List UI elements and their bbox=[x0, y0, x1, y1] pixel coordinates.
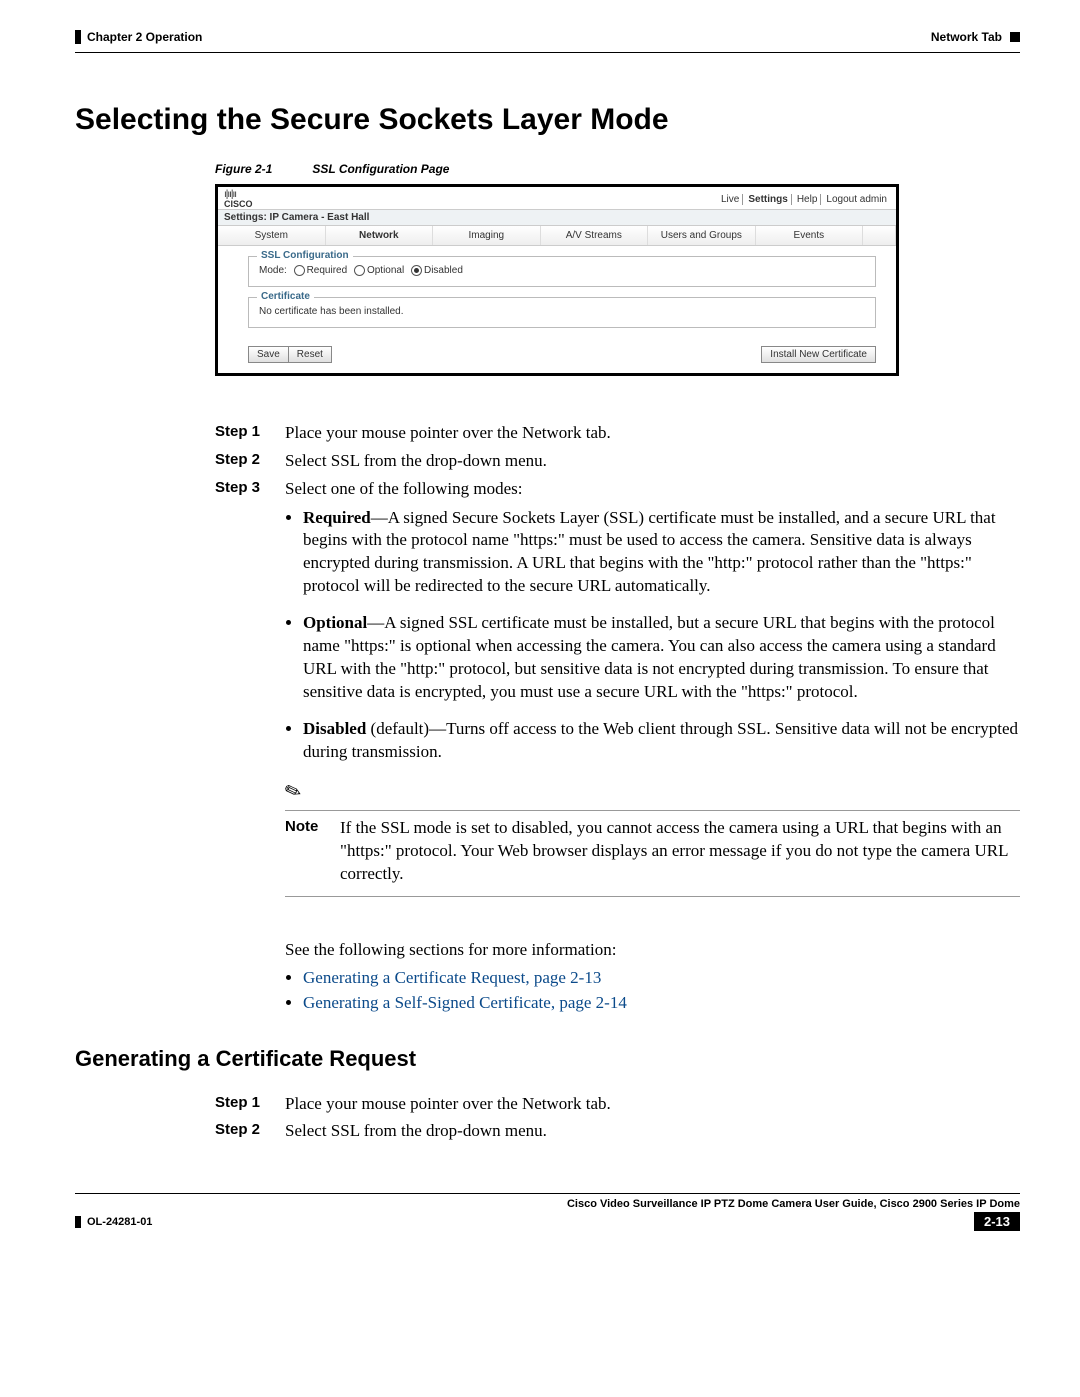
install-cert-button[interactable]: Install New Certificate bbox=[761, 346, 876, 363]
step-1-label: Step 1 bbox=[215, 421, 285, 445]
link-logout[interactable]: Logout admin bbox=[823, 194, 890, 205]
footer-doc-title: Cisco Video Surveillance IP PTZ Dome Cam… bbox=[567, 1198, 1020, 1210]
step2-2-label: Step 2 bbox=[215, 1119, 285, 1143]
note-block: ✎ Note If the SSL mode is set to disable… bbox=[285, 778, 1020, 897]
cert-legend: Certificate bbox=[257, 291, 314, 302]
tab-av-streams[interactable]: A/V Streams bbox=[541, 226, 649, 245]
radio-optional-label: Optional bbox=[367, 265, 404, 276]
radio-disabled[interactable] bbox=[411, 265, 422, 276]
step2-1-text: Place your mouse pointer over the Networ… bbox=[285, 1092, 1020, 1116]
note-label: Note bbox=[285, 817, 340, 886]
radio-optional[interactable] bbox=[354, 265, 365, 276]
note-text: If the SSL mode is set to disabled, you … bbox=[340, 817, 1020, 886]
tab-events[interactable]: Events bbox=[756, 226, 864, 245]
subsection-title: Generating a Certificate Request bbox=[75, 1046, 1020, 1072]
note-bottom-rule bbox=[285, 896, 1020, 897]
figure-title: SSL Configuration Page bbox=[312, 162, 449, 176]
save-button[interactable]: Save bbox=[248, 346, 289, 363]
see-also-intro: See the following sections for more info… bbox=[285, 938, 1020, 963]
step2-2-text: Select SSL from the drop-down menu. bbox=[285, 1119, 1020, 1143]
settings-breadcrumb: Settings: IP Camera - East Hall bbox=[218, 209, 896, 226]
figure-label: Figure 2-1 bbox=[215, 162, 272, 176]
steps-block-2: Step 1 Place your mouse pointer over the… bbox=[215, 1092, 1020, 1144]
cert-status: No certificate has been installed. bbox=[259, 306, 865, 317]
footer-ol: OL-24281-01 bbox=[75, 1216, 152, 1228]
chapter-label: Chapter 2 Operation bbox=[75, 30, 202, 44]
header-marker-icon bbox=[1010, 32, 1020, 42]
page-header: Chapter 2 Operation Network Tab bbox=[75, 30, 1020, 44]
step2-1-label: Step 1 bbox=[215, 1092, 285, 1116]
link-self-signed[interactable]: Generating a Self-Signed Certificate, pa… bbox=[303, 993, 627, 1012]
link-live[interactable]: Live bbox=[718, 194, 743, 205]
certificate-fieldset: Certificate No certificate has been inst… bbox=[248, 297, 876, 328]
header-tab: Network Tab bbox=[931, 30, 1002, 44]
step-2-label: Step 2 bbox=[215, 449, 285, 473]
ssl-config-fieldset: SSL Configuration Mode: Required Optiona… bbox=[248, 256, 876, 287]
figure-caption: Figure 2-1 SSL Configuration Page bbox=[215, 162, 1020, 176]
step-1-text: Place your mouse pointer over the Networ… bbox=[285, 421, 1020, 445]
note-icon: ✎ bbox=[281, 776, 306, 808]
reset-button[interactable]: Reset bbox=[288, 346, 332, 363]
cisco-logo: ı|ıı|ıı CISCO bbox=[224, 190, 253, 209]
tab-network[interactable]: Network bbox=[326, 226, 434, 245]
tab-users-groups[interactable]: Users and Groups bbox=[648, 226, 756, 245]
radio-required-label: Required bbox=[307, 265, 348, 276]
note-top-rule bbox=[285, 810, 1020, 811]
mode-label: Mode: bbox=[259, 265, 287, 276]
link-settings[interactable]: Settings bbox=[745, 194, 791, 205]
mode-item-optional: Optional—A signed SSL certificate must b… bbox=[303, 612, 1020, 704]
tab-bar: System Network Imaging A/V Streams Users… bbox=[218, 226, 896, 246]
link-help[interactable]: Help bbox=[794, 194, 822, 205]
radio-required[interactable] bbox=[294, 265, 305, 276]
step-3-text: Select one of the following modes: bbox=[285, 477, 1020, 501]
mode-item-required: Required—A signed Secure Sockets Layer (… bbox=[303, 507, 1020, 599]
tab-imaging[interactable]: Imaging bbox=[433, 226, 541, 245]
tab-system[interactable]: System bbox=[218, 226, 326, 245]
step-2-text: Select SSL from the drop-down menu. bbox=[285, 449, 1020, 473]
radio-disabled-label: Disabled bbox=[424, 265, 463, 276]
step-3-label: Step 3 bbox=[215, 477, 285, 903]
footer-rule bbox=[75, 1193, 1020, 1194]
footer: Cisco Video Surveillance IP PTZ Dome Cam… bbox=[75, 1198, 1020, 1210]
mode-item-disabled: Disabled (default)—Turns off access to t… bbox=[303, 718, 1020, 764]
header-rule bbox=[75, 52, 1020, 53]
link-cert-request[interactable]: Generating a Certificate Request, page 2… bbox=[303, 968, 601, 987]
ssl-legend: SSL Configuration bbox=[257, 250, 353, 261]
top-links: LiveSettingsHelpLogout admin bbox=[716, 194, 890, 205]
mode-row: Mode: Required Optional Disabled bbox=[259, 265, 865, 276]
ssl-config-screenshot: ı|ıı|ıı CISCO LiveSettingsHelpLogout adm… bbox=[215, 184, 899, 376]
see-also-block: See the following sections for more info… bbox=[285, 938, 1020, 1016]
page-number: 2-13 bbox=[974, 1212, 1020, 1231]
steps-block-1: Step 1 Place your mouse pointer over the… bbox=[215, 421, 1020, 903]
section-title: Selecting the Secure Sockets Layer Mode bbox=[75, 103, 1020, 137]
tab-spacer bbox=[863, 226, 896, 245]
